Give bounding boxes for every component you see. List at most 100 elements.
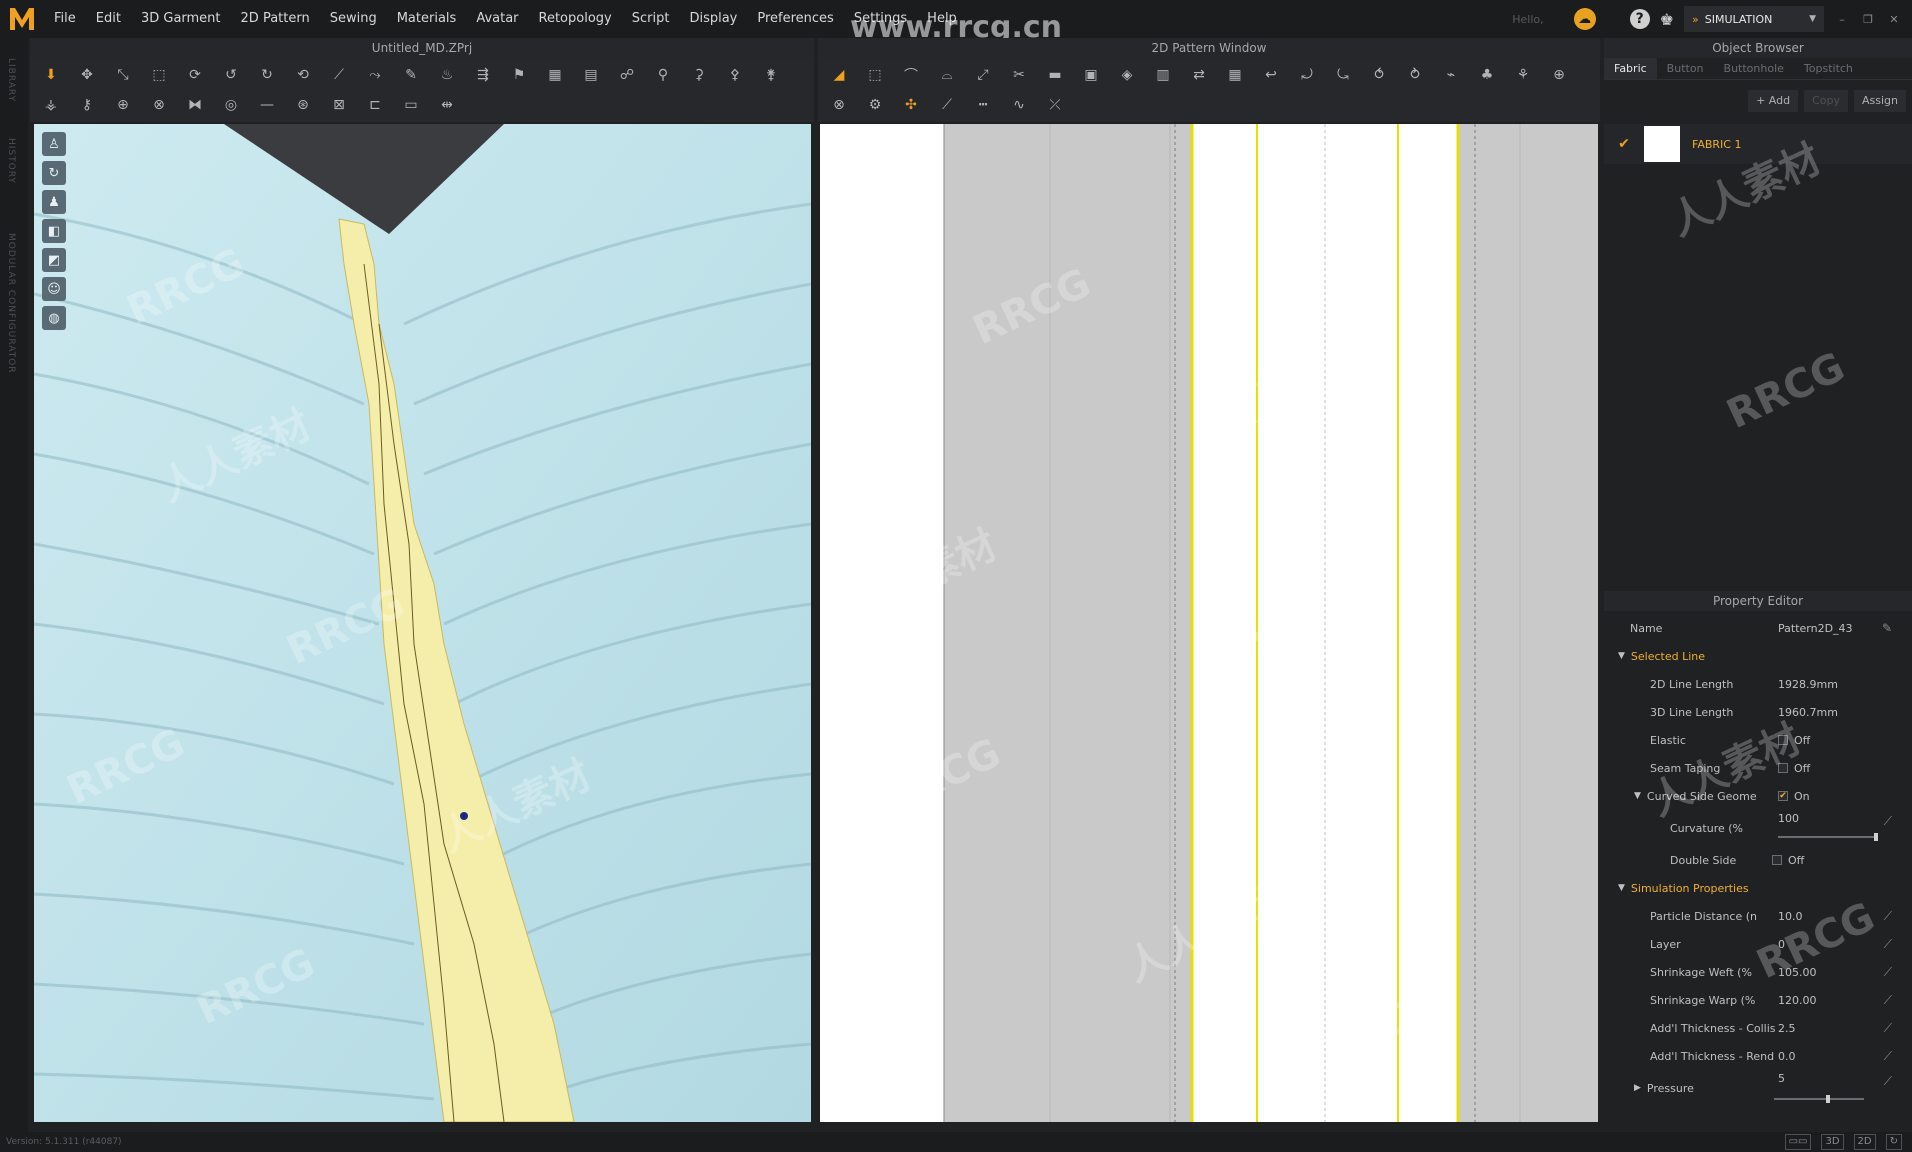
fabric-list-item[interactable]: ✔ FABRIC 1 (1604, 124, 1912, 164)
tab-fabric[interactable]: Fabric (1604, 58, 1657, 79)
pin-icon[interactable]: ⟋ (1884, 965, 1892, 980)
snap-2d-icon[interactable]: ⚙ (860, 92, 890, 118)
refresh-icon[interactable]: ↻ (1885, 1134, 1902, 1150)
free-topstitch-icon[interactable]: ┅ (968, 92, 998, 118)
dart-icon[interactable]: ▥ (1148, 62, 1178, 88)
avatar-arrange-icon[interactable]: ⇶ (468, 62, 498, 88)
button-2d-icon[interactable]: ⊕ (1544, 62, 1574, 88)
select-move-icon[interactable]: ⬇ (36, 62, 66, 88)
button-icon[interactable]: ⊕ (108, 92, 138, 118)
close-icon[interactable]: ✕ (1886, 13, 1902, 26)
pin-icon[interactable]: ⟋ (1884, 1074, 1892, 1089)
select-mesh-icon[interactable]: ⤡ (108, 62, 138, 88)
tab-topstitch[interactable]: Topstitch (1794, 58, 1863, 79)
menu-avatar[interactable]: Avatar (466, 0, 528, 38)
rotate-view-icon[interactable]: ↻ (42, 161, 66, 185)
menu-display[interactable]: Display (679, 0, 747, 38)
history-tab[interactable]: HISTORY (6, 138, 16, 184)
pose-stand-icon[interactable]: ⚶ (36, 92, 66, 118)
slider-knob[interactable] (1874, 833, 1878, 841)
bounding-volume-icon[interactable]: ▦ (540, 62, 570, 88)
buttonhole-2d-icon[interactable]: ⊗ (824, 92, 854, 118)
pin-icon[interactable]: ⟋ (1884, 993, 1892, 1008)
lock-icon[interactable]: ⊠ (324, 92, 354, 118)
prop-value[interactable]: Pattern2D_43 (1778, 622, 1853, 635)
brush-icon[interactable]: ✎ (396, 62, 426, 88)
steam-icon[interactable]: ♨ (432, 62, 462, 88)
move-ruler-icon[interactable]: ⇹ (432, 92, 462, 118)
fold-icon[interactable]: ↺ (216, 62, 246, 88)
m-n-sew-icon[interactable]: ⤿ (1328, 62, 1358, 88)
curvature-slider[interactable] (1778, 833, 1878, 841)
pose-walk-icon[interactable]: ⚲ (648, 62, 678, 88)
tab-buttonhole[interactable]: Buttonhole (1714, 58, 1794, 79)
elastic-toggle[interactable]: Off (1778, 734, 1810, 747)
add-point-icon[interactable]: ⤢ (968, 62, 998, 88)
menu-retopology[interactable]: Retopology (529, 0, 622, 38)
pin-icon[interactable]: ⟋ (1884, 1049, 1892, 1064)
garment-display-icon[interactable]: ◧ (42, 219, 66, 243)
prop-value[interactable]: 100 (1778, 812, 1799, 825)
menu-file[interactable]: File (44, 0, 86, 38)
double-side-toggle[interactable]: Off (1772, 854, 1804, 867)
polygon-icon[interactable]: ▬ (1040, 62, 1070, 88)
menu-script[interactable]: Script (622, 0, 680, 38)
expand-icon[interactable]: ▶ (1604, 1083, 1641, 1093)
avatar-display-icon[interactable]: ♙ (42, 132, 66, 156)
zipper-icon[interactable]: ⧓ (180, 92, 210, 118)
pin-icon[interactable]: ⟲ (288, 62, 318, 88)
checkbox[interactable] (1778, 763, 1788, 773)
assign-button[interactable]: Assign (1854, 90, 1906, 112)
buttonhole-icon[interactable]: ⊗ (144, 92, 174, 118)
section-simulation-properties[interactable]: ▼ Simulation Properties (1604, 874, 1912, 902)
menu-edit[interactable]: Edit (86, 0, 131, 38)
section-selected-line[interactable]: ▼ Selected Line (1604, 642, 1912, 670)
checkbox[interactable]: ✔ (1778, 791, 1788, 801)
menu-materials[interactable]: Materials (387, 0, 467, 38)
segment-topstitch-icon[interactable]: ⟋ (932, 92, 962, 118)
check-sewing-icon[interactable]: ⥁ (1400, 62, 1430, 88)
menu-3d-garment[interactable]: 3D Garment (131, 0, 231, 38)
grid-icon[interactable]: ▤ (576, 62, 606, 88)
pin-icon[interactable]: ⟋ (1884, 937, 1892, 952)
prop-value[interactable]: 5 (1778, 1072, 1785, 1085)
pose-jump-icon[interactable]: ⚴ (720, 62, 750, 88)
2d-view-button[interactable]: 2D (1853, 1134, 1876, 1150)
free-sew-icon[interactable]: ⤾ (1292, 62, 1322, 88)
pose-flex-icon[interactable]: ⚵ (756, 62, 786, 88)
curve-point-icon[interactable]: ⌓ (932, 62, 962, 88)
pose-run-icon[interactable]: ☍ (612, 62, 642, 88)
checkbox[interactable] (1778, 735, 1788, 745)
tab-button[interactable]: Button (1657, 58, 1714, 79)
line-icon[interactable]: — (252, 92, 282, 118)
measure-icon[interactable]: ⟋ (324, 62, 354, 88)
help-icon[interactable]: ? (1629, 9, 1650, 29)
modular-configurator-tab[interactable]: MODULAR CONFIGURATOR (6, 233, 16, 374)
edit-curve-icon[interactable]: ⌒ (896, 62, 926, 88)
hanger-icon[interactable]: ♚ (1660, 10, 1674, 29)
avatar-pose-icon[interactable]: ⚑ (504, 62, 534, 88)
piping-icon[interactable]: ⤫ (1040, 92, 1070, 118)
3d-view-button[interactable]: 3D (1821, 1134, 1844, 1150)
grid-pattern-icon[interactable]: ▦ (1220, 62, 1250, 88)
globe-icon[interactable]: ◍ (42, 306, 66, 330)
menu-preferences[interactable]: Preferences (747, 0, 843, 38)
slider-knob[interactable] (1826, 1095, 1830, 1103)
rectangle-icon[interactable]: ▣ (1076, 62, 1106, 88)
seam-taping-toggle[interactable]: Off (1778, 762, 1810, 775)
cut-icon[interactable]: ✂ (1004, 62, 1034, 88)
2d-pattern-viewport[interactable]: RRCG 人人素材 人人素材 RRCG RRCG 人人素材 RRCG (820, 124, 1598, 1122)
texture-icon[interactable]: ◩ (42, 248, 66, 272)
box-select-icon[interactable]: ⬚ (144, 62, 174, 88)
minimize-icon[interactable]: – (1834, 13, 1850, 26)
pin-icon[interactable]: ⟋ (1884, 909, 1892, 924)
pressure-slider[interactable] (1774, 1095, 1864, 1103)
flatten-icon[interactable]: ▭ (396, 92, 426, 118)
avatar-icon[interactable]: ☺ (42, 277, 66, 301)
pose-sit-icon[interactable]: ⚳ (684, 62, 714, 88)
fold-arrange-icon[interactable]: ↻ (252, 62, 282, 88)
tuck-icon[interactable]: ♣ (1472, 62, 1502, 88)
prop-value[interactable]: 10.0 (1778, 910, 1803, 923)
checkbox[interactable] (1772, 855, 1782, 865)
puckering-icon[interactable]: ∿ (1004, 92, 1034, 118)
